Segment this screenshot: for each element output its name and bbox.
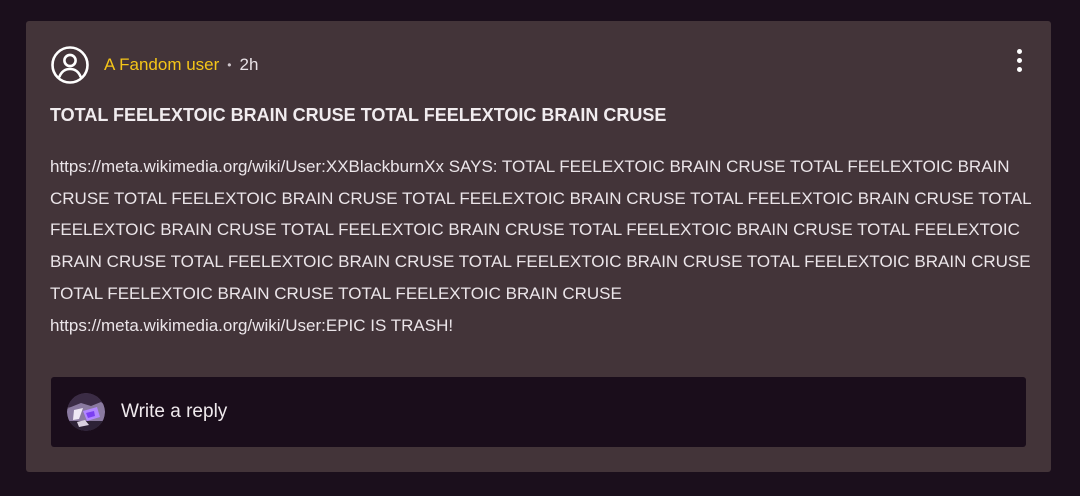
more-vertical-icon-dot bbox=[1016, 66, 1022, 72]
more-vertical-icon-dot bbox=[1016, 48, 1022, 54]
author-link[interactable]: A Fandom user bbox=[104, 55, 219, 75]
post-body: https://meta.wikimedia.org/wiki/User:XXB… bbox=[50, 151, 1040, 341]
post-body-paragraph: https://meta.wikimedia.org/wiki/User:XXB… bbox=[50, 157, 1031, 303]
post-body-paragraph: https://meta.wikimedia.org/wiki/User:EPI… bbox=[50, 315, 454, 335]
user-avatar-image bbox=[67, 393, 105, 431]
post-header: A Fandom user • 2h bbox=[50, 45, 258, 85]
post-timestamp: 2h bbox=[239, 55, 259, 74]
meta-separator: • bbox=[227, 58, 232, 72]
post-title: TOTAL FEELEXTOIC BRAIN CRUSE TOTAL FEELE… bbox=[50, 105, 667, 125]
reply-placeholder: Write a reply bbox=[121, 401, 228, 422]
more-options-button[interactable] bbox=[1009, 45, 1029, 75]
reply-input[interactable]: Write a reply bbox=[51, 377, 1026, 447]
more-vertical-icon-dot bbox=[1016, 57, 1022, 63]
post-card: A Fandom user • 2h TOTAL FEELEXTOIC BRAI… bbox=[26, 21, 1051, 472]
user-circle-icon[interactable] bbox=[50, 45, 90, 85]
